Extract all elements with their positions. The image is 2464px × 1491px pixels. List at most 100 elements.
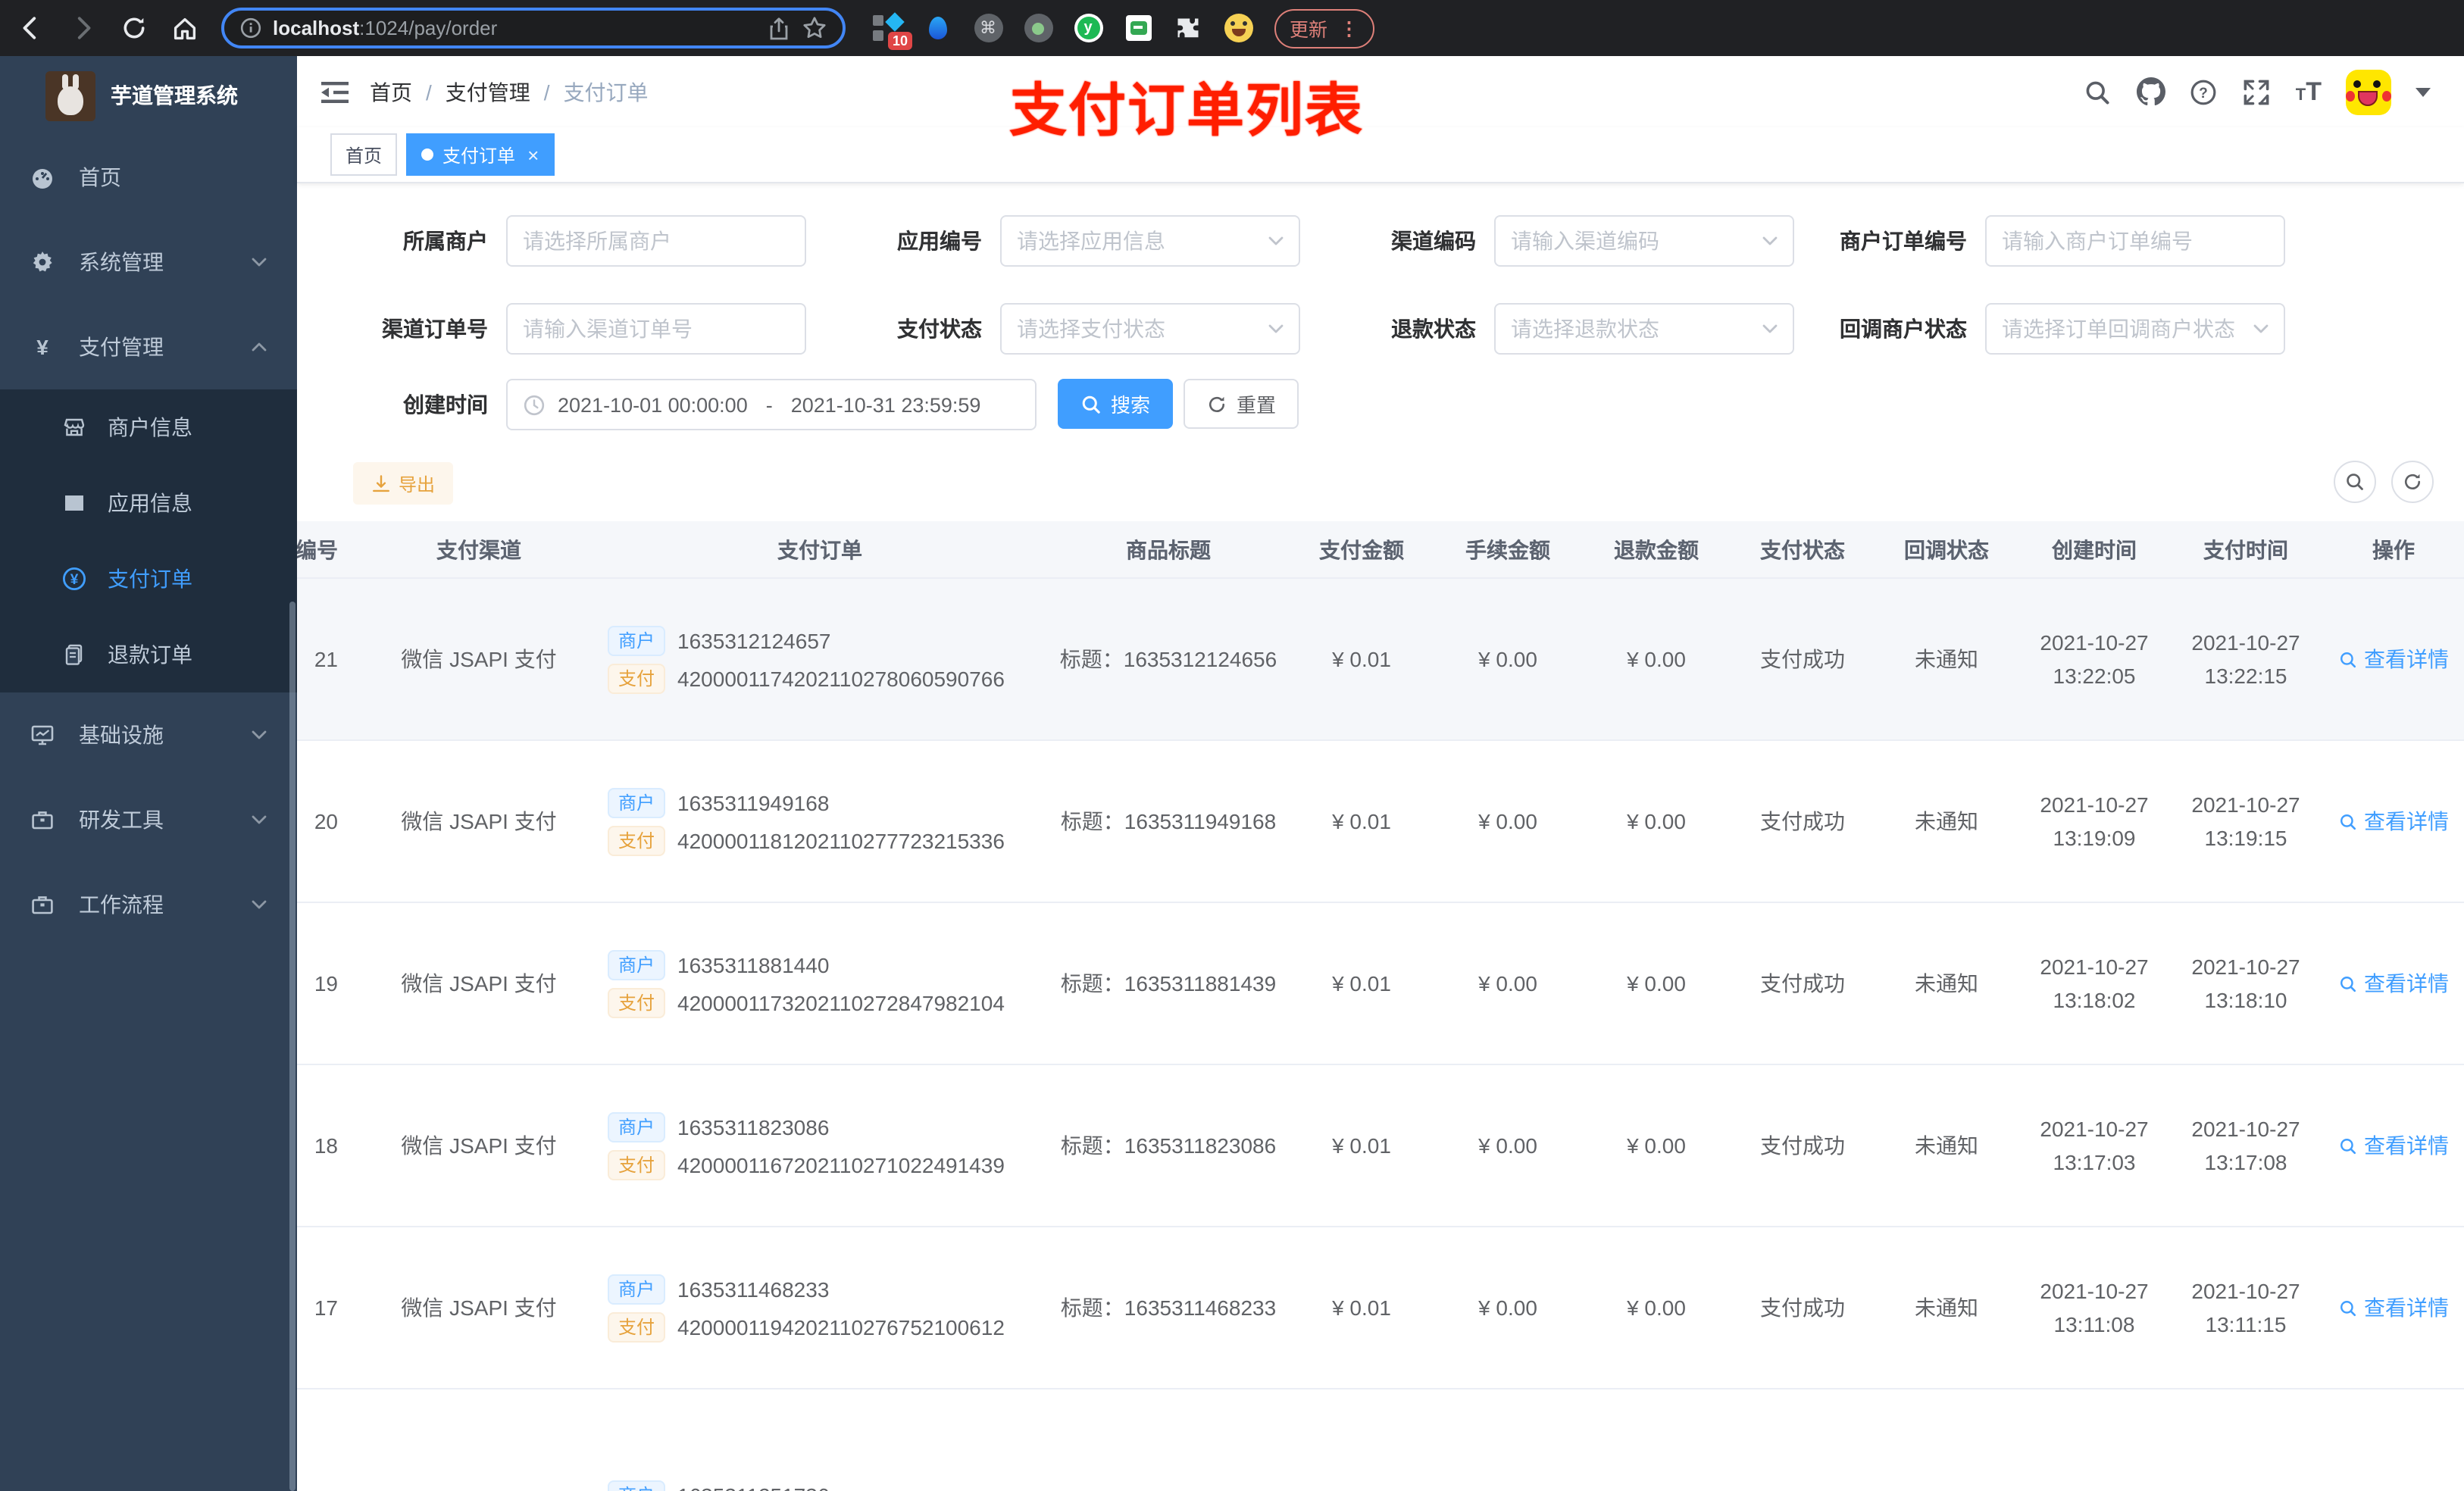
filter-input[interactable]: 请选择所属商户 xyxy=(506,215,806,267)
extension-icon[interactable] xyxy=(1023,13,1053,43)
cell-title: 标题：1635311823086 xyxy=(1047,1064,1290,1227)
cell-notify-status: 未通知 xyxy=(1875,902,2018,1065)
sidebar-item-退款订单[interactable]: 退款订单 xyxy=(0,617,297,692)
forward-icon[interactable] xyxy=(67,13,97,43)
browser-update-button[interactable]: 更新 ⋮ xyxy=(1274,8,1374,48)
view-detail-label: 查看详情 xyxy=(2364,1133,2449,1158)
help-icon[interactable]: ? xyxy=(2190,77,2219,106)
sidebar-item-支付订单[interactable]: ¥ 支付订单 xyxy=(0,541,297,617)
cell-id: 19 xyxy=(297,902,365,1065)
cell-pay-time: 2021-10-27 13:22:15 xyxy=(2170,578,2322,741)
refresh-icon[interactable] xyxy=(2391,461,2434,503)
filter-group: 所属商户 请选择所属商户 xyxy=(318,215,806,267)
column-header: 手续金额 xyxy=(1434,521,1582,579)
gear-icon xyxy=(30,250,55,274)
bookmark-star-icon[interactable] xyxy=(802,15,827,41)
search-icon[interactable] xyxy=(2084,77,2112,106)
filter-select[interactable]: 请选择订单回调商户状态 xyxy=(1985,303,2285,355)
date-end[interactable]: 2021-10-31 23:59:59 xyxy=(791,393,981,416)
cell-action: 查看详情 xyxy=(2322,902,2464,1065)
puzzle-icon[interactable] xyxy=(1173,13,1203,43)
tag-item[interactable]: 首页 xyxy=(330,133,398,176)
filter-input[interactable]: 请输入商户订单编号 xyxy=(1985,215,2285,267)
breadcrumb-item[interactable]: 首页 xyxy=(370,77,412,107)
view-detail-link[interactable]: 查看详情 xyxy=(2338,644,2449,674)
toggle-search-icon[interactable] xyxy=(2334,461,2376,503)
sidebar-item-支付管理[interactable]: ¥ 支付管理 xyxy=(0,305,297,389)
chat-extension-icon[interactable] xyxy=(1123,13,1153,43)
tag-active[interactable]: 支付订单 × xyxy=(406,133,555,176)
breadcrumb: 首页 / 支付管理 / 支付订单 xyxy=(370,77,649,107)
cell-pay-amount: ¥ 0.01 xyxy=(1290,1064,1434,1227)
reset-button[interactable]: 重置 xyxy=(1184,379,1299,429)
filter-select[interactable]: 请选择退款状态 xyxy=(1494,303,1794,355)
chevron-down-icon[interactable] xyxy=(2416,87,2431,96)
cell-title: 标题：1635312124656 xyxy=(1047,578,1290,741)
browser-menu-icon[interactable]: ⋮ xyxy=(1340,17,1359,39)
github-icon[interactable] xyxy=(2136,77,2165,106)
sidebar-item-label: 研发工具 xyxy=(79,808,164,832)
order-number: 1635311881440 xyxy=(677,952,830,977)
search-button[interactable]: 搜索 xyxy=(1058,379,1174,429)
filter-select[interactable]: 请输入渠道编码 xyxy=(1494,215,1794,267)
view-detail-link[interactable]: 查看详情 xyxy=(2338,1130,2449,1161)
command-icon[interactable]: ⌘ xyxy=(973,13,1003,43)
breadcrumb-item[interactable]: 支付管理 xyxy=(446,77,530,107)
extension-icon[interactable]: y xyxy=(1073,13,1103,43)
sidebar-item-首页[interactable]: 首页 xyxy=(0,135,297,220)
table-row: 18 微信 JSAPI 支付 商户 1635311823086 支付 4200001167… xyxy=(297,1064,2464,1227)
extension-icon[interactable] xyxy=(923,13,953,43)
view-detail-link[interactable]: 查看详情 xyxy=(2338,1293,2449,1323)
cell-action xyxy=(2322,1389,2464,1491)
share-icon[interactable] xyxy=(767,16,791,40)
filter-select[interactable]: 请选择应用信息 xyxy=(1000,215,1300,267)
filter-input[interactable]: 请输入渠道订单号 xyxy=(506,303,806,355)
sidebar-item-工作流程[interactable]: 工作流程 xyxy=(0,862,297,947)
sidebar-item-研发工具[interactable]: 研发工具 xyxy=(0,777,297,862)
shop-icon xyxy=(61,414,86,440)
avatar[interactable] xyxy=(2346,69,2391,114)
cell-notify-status: 未通知 xyxy=(1875,1227,2018,1389)
emoji-extension-icon[interactable] xyxy=(1223,13,1253,43)
orders-table-wrap: 编号 支付渠道 支付订单 商品标题 支付金额 手续金额 退款金额 支付状态 回调状态 创建时间 支付… xyxy=(297,521,2464,1491)
placeholder-text: 请选择支付状态 xyxy=(1017,317,1165,341)
column-header: 支付时间 xyxy=(2170,521,2322,579)
order-number: 1635311251736 xyxy=(677,1483,829,1491)
export-button[interactable]: 导出 xyxy=(353,462,454,505)
create-time: 13:11:08 xyxy=(2053,1312,2135,1336)
sidebar-item-应用信息[interactable]: 应用信息 xyxy=(0,465,297,541)
url-bar[interactable]: localhost :1024/pay/order xyxy=(221,8,846,48)
date-start[interactable]: 2021-10-01 00:00:00 xyxy=(558,393,748,416)
tag-close-icon[interactable]: × xyxy=(527,143,539,166)
pay-time: 13:18:10 xyxy=(2204,988,2287,1012)
date-range-input[interactable]: 2021-10-01 00:00:00 - 2021-10-31 23:59:5… xyxy=(506,379,1037,430)
font-size-icon[interactable]: TT xyxy=(2296,77,2322,107)
fullscreen-icon[interactable] xyxy=(2243,77,2272,106)
filter-label: 所属商户 xyxy=(403,229,488,253)
monitor-icon xyxy=(30,723,55,747)
home-icon[interactable] xyxy=(170,13,200,43)
sidebar-item-商户信息[interactable]: 商户信息 xyxy=(0,389,297,465)
placeholder-text: 请输入商户订单编号 xyxy=(2002,229,2193,253)
filter-select[interactable]: 请选择支付状态 xyxy=(1000,303,1300,355)
filter-group: 渠道编码 请输入渠道编码 xyxy=(1306,215,1794,267)
view-detail-link[interactable]: 查看详情 xyxy=(2338,968,2449,999)
view-detail-link[interactable]: 查看详情 xyxy=(2338,806,2449,836)
extension-icon[interactable]: 10 xyxy=(873,11,912,49)
create-time: 13:22:05 xyxy=(2053,664,2136,688)
chevron-down-icon xyxy=(252,900,267,909)
sidebar-item-基础设施[interactable]: 基础设施 xyxy=(0,692,297,777)
site-info-icon[interactable] xyxy=(239,17,262,39)
filter-label: 商户订单编号 xyxy=(1840,229,1967,253)
placeholder-text: 请选择所属商户 xyxy=(523,229,671,253)
sidebar-item-系统管理[interactable]: 系统管理 xyxy=(0,220,297,305)
navbar: 首页 / 支付管理 / 支付订单 ? TT xyxy=(297,56,2464,127)
cell-title: 标题：1635311468233 xyxy=(1047,1227,1290,1389)
collapse-sidebar-icon[interactable] xyxy=(321,80,349,104)
cell-create-time xyxy=(2018,1389,2170,1491)
pay-date: 2021-10-27 xyxy=(2191,1279,2300,1303)
reload-icon[interactable] xyxy=(118,13,149,43)
back-icon[interactable] xyxy=(15,13,45,43)
cell-pay-amount: ¥ 0.01 xyxy=(1290,578,1434,741)
cell-id: 18 xyxy=(297,1064,365,1227)
